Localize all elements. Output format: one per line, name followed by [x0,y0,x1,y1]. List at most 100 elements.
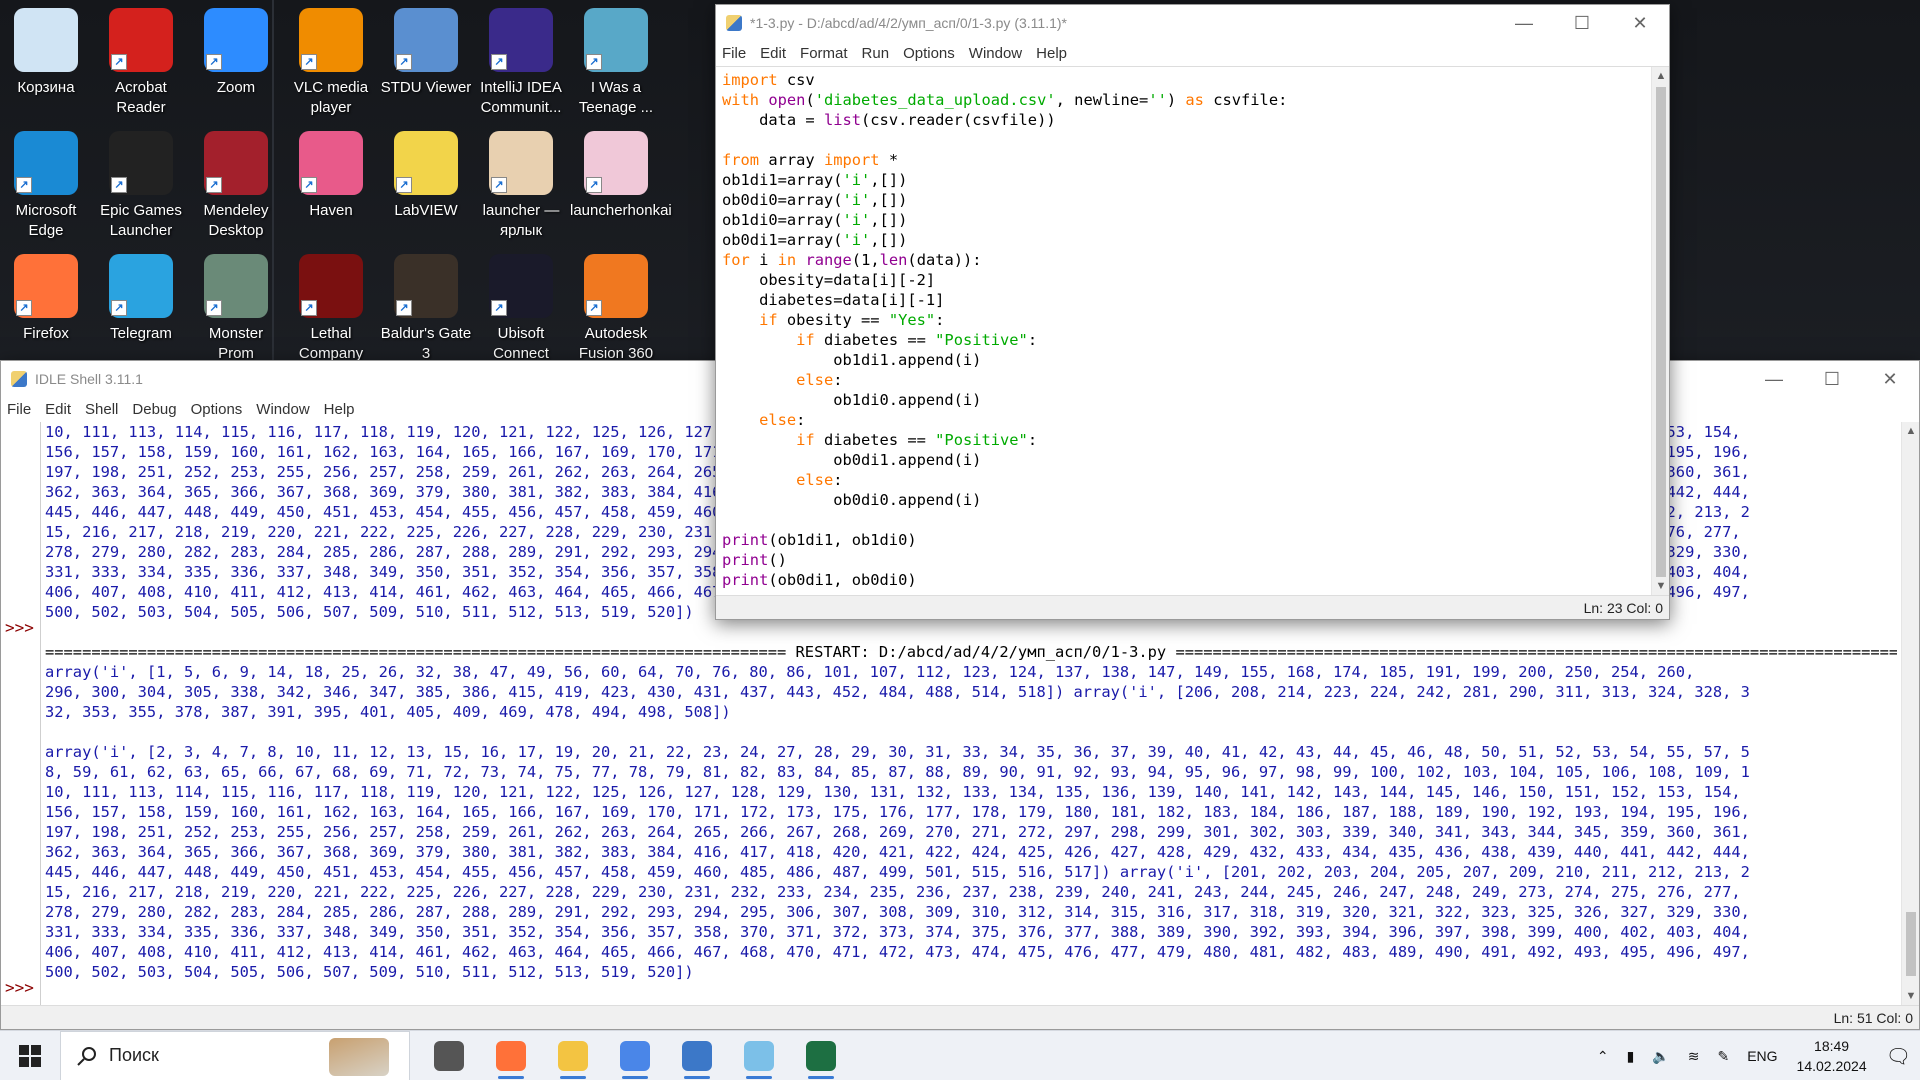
menu-edit[interactable]: Edit [45,401,71,418]
recycle-bin-icon [14,8,78,72]
menu-help[interactable]: Help [1036,45,1067,62]
close-button[interactable]: ✕ [1861,361,1919,397]
wifi-icon[interactable]: ≋ [1688,1048,1700,1065]
notifications-icon[interactable]: 🗨 [1886,1044,1911,1069]
taskbar-app[interactable] [542,1031,604,1080]
code-line: ob1di0.append(i) [722,391,982,409]
desktop-shortcut[interactable]: ↗ Acrobat Reader [95,2,187,118]
scroll-down-icon[interactable]: ▼ [1652,577,1670,595]
desktop-shortcut[interactable]: ↗ IntelliJ IDEA Communit... [475,2,567,118]
menu-edit[interactable]: Edit [760,45,786,62]
minimize-button[interactable]: — [1495,5,1553,41]
firefox-icon: ↗ [14,254,78,318]
editor-titlebar[interactable]: *1-3.py - D:/abcd/ad/4/2/умп_асп/0/1-3.p… [716,5,1669,41]
shortcut-arrow-icon: ↗ [586,177,602,193]
maximize-button[interactable]: ☐ [1803,361,1861,397]
taskbar-app[interactable] [728,1031,790,1080]
desktop-shortcut[interactable]: ↗ STDU Viewer [380,2,472,98]
desktop-shortcut[interactable]: ↗ launcherhonkai [570,125,672,221]
desktop-shortcut[interactable]: ↗ Telegram [95,248,187,344]
desktop-shortcut[interactable]: ↗ I Was a Teenage ... [570,2,662,118]
desktop-shortcut[interactable]: ↗ Epic Games Launcher [95,125,187,241]
shortcut-arrow-icon: ↗ [16,177,32,193]
menu-window[interactable]: Window [256,401,309,418]
shell-output-line: 362, 363, 364, 365, 366, 367, 368, 369, … [45,843,1750,861]
menu-help[interactable]: Help [324,401,355,418]
language-indicator[interactable]: ENG [1747,1048,1777,1064]
shortcut-arrow-icon: ↗ [586,300,602,316]
shortcut-arrow-icon: ↗ [396,177,412,193]
code-line: ob0di0.append(i) [722,491,982,509]
telegram-icon: ↗ [109,254,173,318]
code-text[interactable]: import csv with open('diabetes_data_uploa… [722,70,1647,590]
volume-icon[interactable]: 🔈 [1652,1048,1669,1065]
chevron-up-icon[interactable]: ⌃ [1597,1048,1609,1065]
taskbar-app[interactable] [418,1031,480,1080]
desktop-shortcut-label: Haven [309,202,353,219]
desktop-shortcut[interactable]: ↗ launcher — ярлык [475,125,567,241]
idle-editor-window[interactable]: *1-3.py - D:/abcd/ad/4/2/умп_асп/0/1-3.p… [715,4,1670,620]
menu-window[interactable]: Window [969,45,1022,62]
stdu-icon: ↗ [394,8,458,72]
close-button[interactable]: ✕ [1611,5,1669,41]
epic-icon: ↗ [109,131,173,195]
search-icon [77,1046,96,1066]
desktop-shortcut-label: Firefox [23,325,69,342]
edge-icon: ↗ [14,131,78,195]
labview-icon: ↗ [394,131,458,195]
shell-scrollbar[interactable]: ▲ ▼ [1901,422,1919,1005]
desktop-shortcut-label: Mendeley Desktop [203,202,269,239]
genshin-icon: ↗ [489,131,553,195]
code-editor[interactable]: import csv with open('diabetes_data_uploa… [716,66,1669,595]
taskbar-app[interactable] [790,1031,852,1080]
menu-file[interactable]: File [7,401,31,418]
desktop-shortcut[interactable]: ↗ Baldur's Gate 3 [380,248,472,364]
menu-file[interactable]: File [722,45,746,62]
desktop-shortcut-label: LabVIEW [394,202,458,219]
shortcut-arrow-icon: ↗ [491,177,507,193]
code-line: ob0di1.append(i) [722,451,982,469]
editor-menubar: File Edit Format Run Options Window Help [716,41,1669,65]
mendeley-icon: ↗ [204,131,268,195]
taskbar-app[interactable] [480,1031,542,1080]
taskbar-search[interactable]: Поиск [60,1030,410,1080]
taskbar-app[interactable] [666,1031,728,1080]
desktop-shortcut[interactable]: ↗ Autodesk Fusion 360 [570,248,662,364]
taskbar-app[interactable] [604,1031,666,1080]
maximize-button[interactable]: ☐ [1553,5,1611,41]
scroll-down-icon[interactable]: ▼ [1902,987,1920,1005]
menu-shell[interactable]: Shell [85,401,118,418]
search-placeholder: Поиск [109,1045,159,1065]
editor-scrollbar[interactable]: ▲ ▼ [1651,67,1669,595]
clock[interactable]: 18:49 14.02.2024 [1797,1036,1867,1076]
scrollbar-thumb[interactable] [1906,912,1916,976]
desktop-shortcut[interactable]: ↗ Haven [285,125,377,221]
paint-icon [744,1040,774,1071]
scrollbar-thumb[interactable] [1656,87,1666,577]
desktop-shortcut[interactable]: Корзина [0,2,92,98]
menu-format[interactable]: Format [800,45,848,62]
desktop-shortcut[interactable]: ↗ VLC media player [285,2,377,118]
pen-icon[interactable]: ✎ [1717,1048,1729,1065]
prompt-marker: >>> [5,618,34,637]
desktop-shortcut-label: STDU Viewer [380,79,472,96]
scroll-up-icon[interactable]: ▲ [1902,422,1920,440]
desktop-shortcut[interactable]: ↗ Lethal Company [285,248,377,364]
desktop-shortcut[interactable]: ↗ Monster Prom [190,248,282,364]
menu-debug[interactable]: Debug [132,401,176,418]
minimize-button[interactable]: — [1745,361,1803,397]
desktop-shortcut[interactable]: ↗ Ubisoft Connect [475,248,567,364]
menu-run[interactable]: Run [862,45,890,62]
scroll-up-icon[interactable]: ▲ [1652,67,1670,85]
desktop-shortcut[interactable]: ↗ LabVIEW [380,125,472,221]
menu-options[interactable]: Options [191,401,243,418]
desktop-shortcut[interactable]: ↗ Zoom [190,2,282,98]
desktop-shortcut[interactable]: ↗ Microsoft Edge [0,125,92,241]
menu-options[interactable]: Options [903,45,955,62]
desktop-shortcut[interactable]: ↗ Firefox [0,248,92,344]
battery-icon[interactable]: ▮ [1627,1048,1635,1065]
start-button[interactable] [0,1031,60,1080]
desktop-shortcut[interactable]: ↗ Mendeley Desktop [190,125,282,241]
desktop-shortcut-label: Epic Games Launcher [100,202,182,239]
vlc-icon: ↗ [299,8,363,72]
